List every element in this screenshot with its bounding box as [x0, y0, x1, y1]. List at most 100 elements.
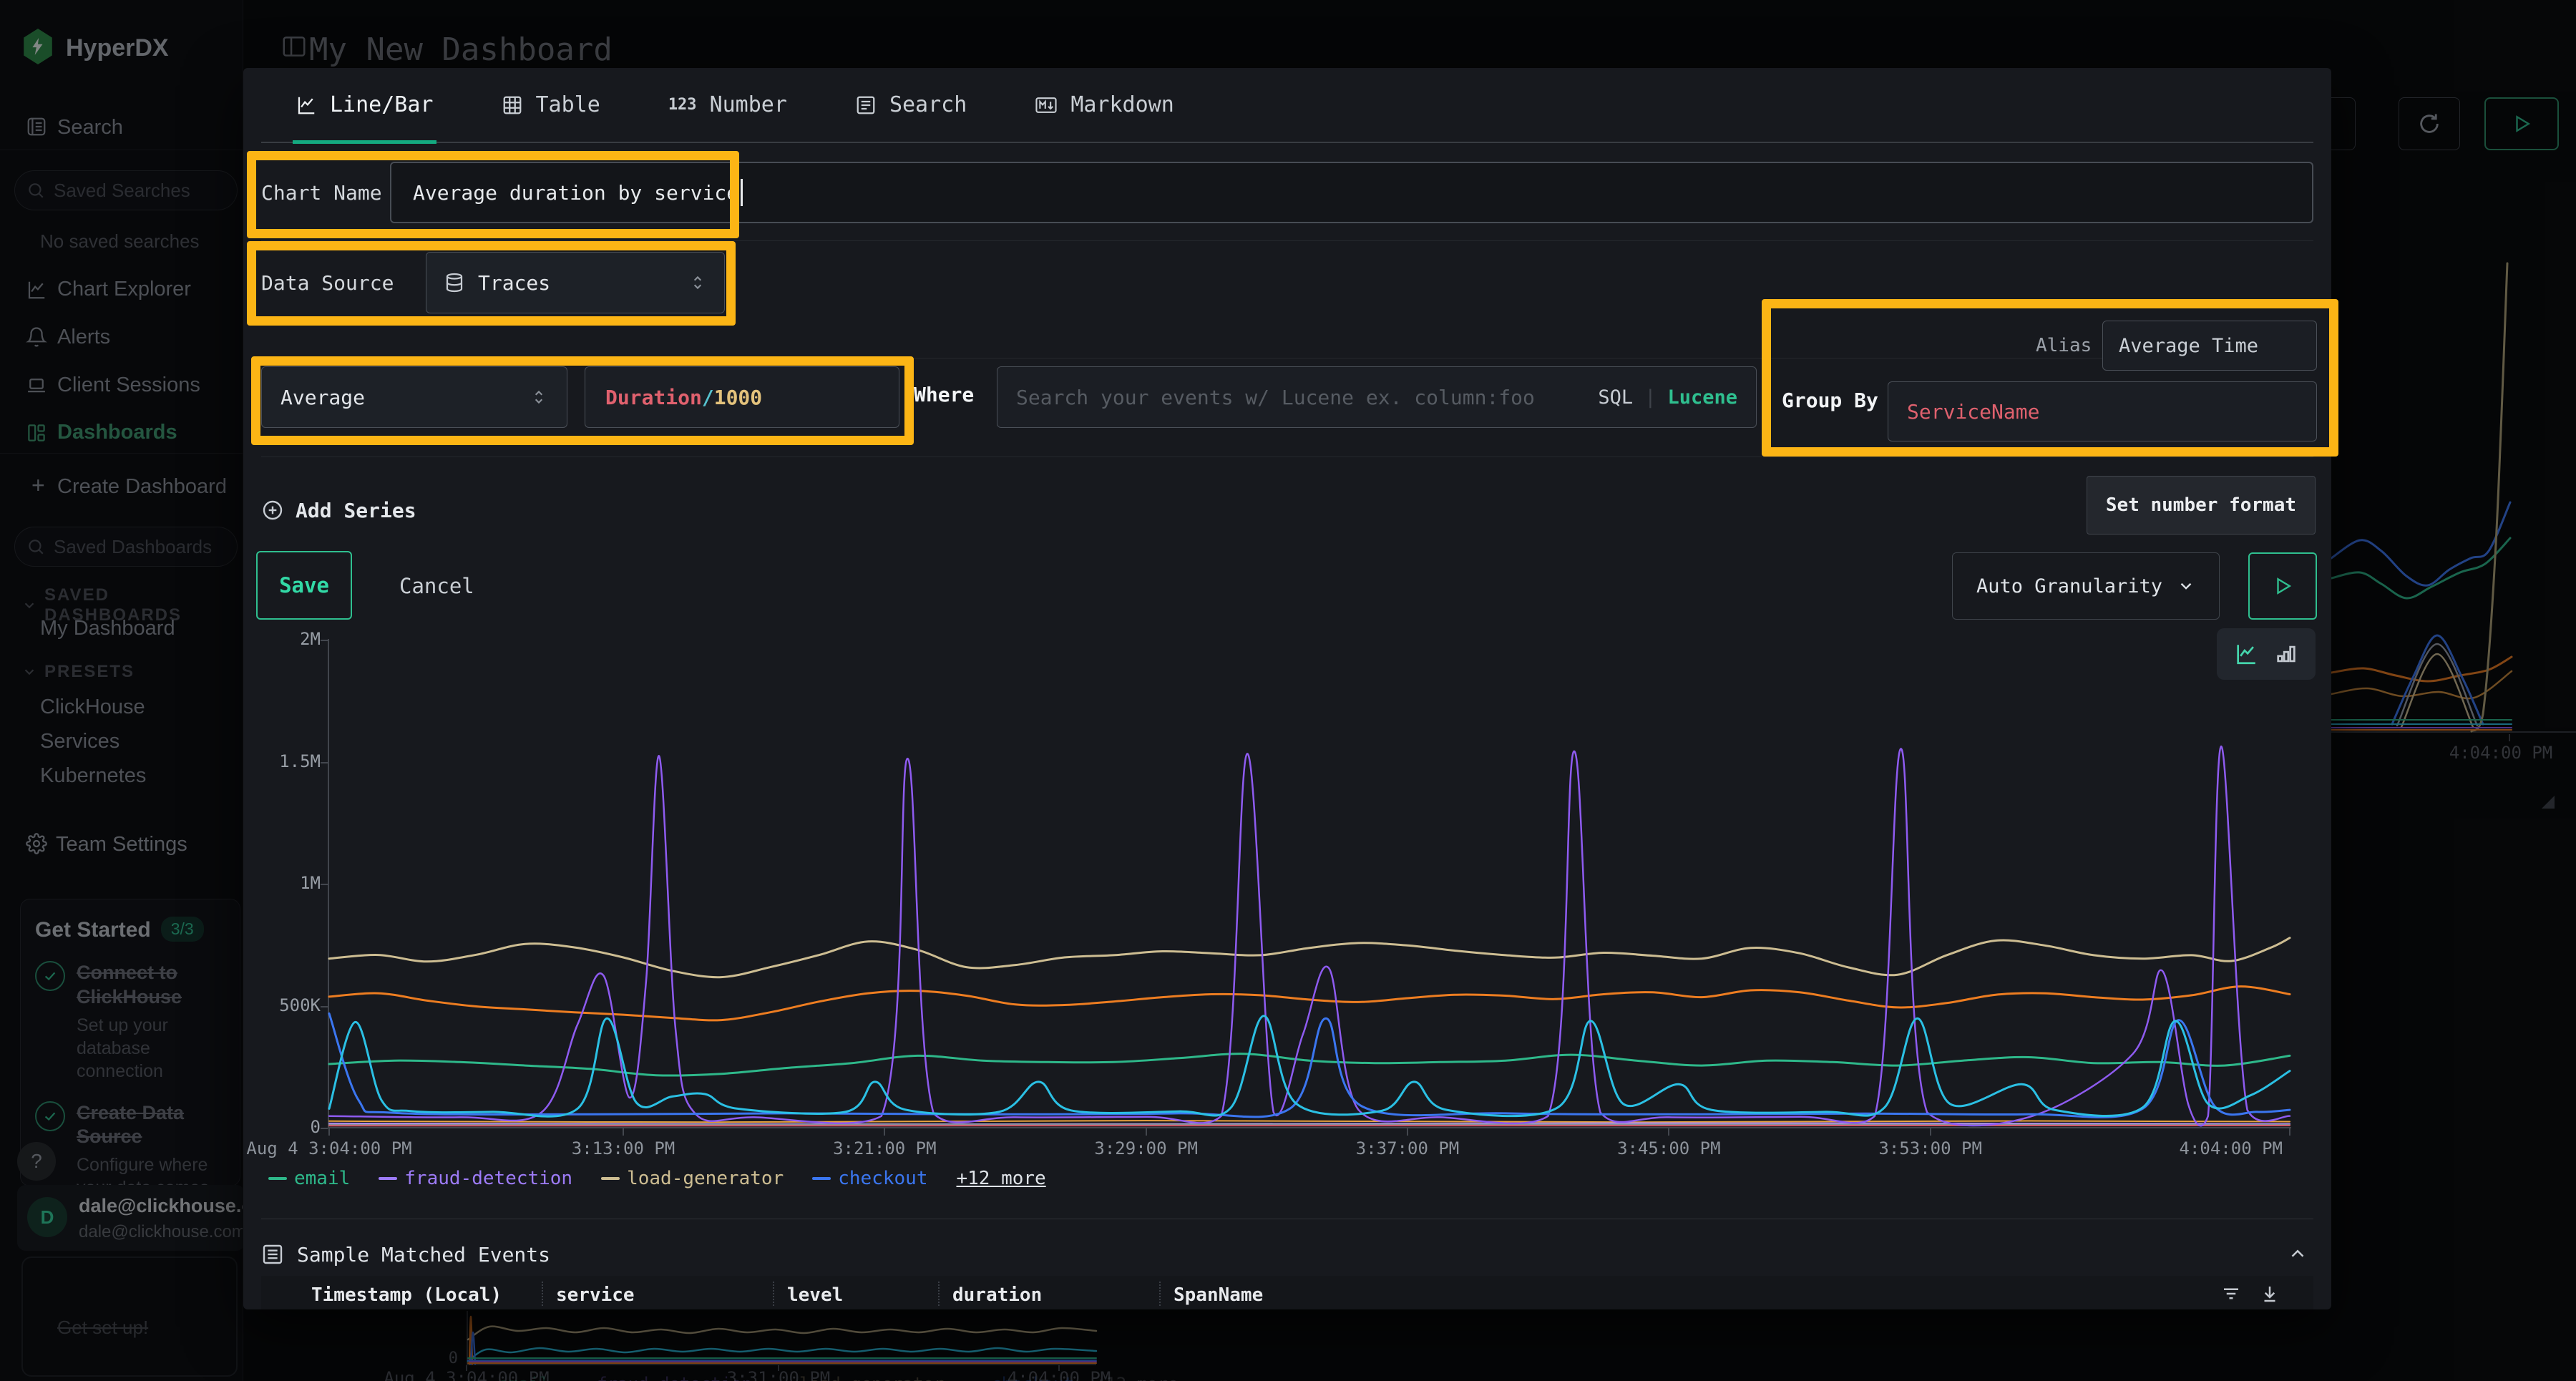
sample-events-header: Sample Matched Events: [261, 1234, 550, 1274]
field-token: 1000: [714, 386, 762, 409]
aggregation-value: Average: [280, 386, 365, 409]
legend-label: fraud-detection: [404, 1168, 572, 1189]
chevron-up-icon: [2287, 1243, 2308, 1264]
chart-plot-area[interactable]: [328, 639, 2291, 1128]
divider: [261, 240, 2313, 241]
tab-label: Markdown: [1070, 92, 1174, 117]
field-token: Duration: [605, 386, 702, 409]
collapse-section-button[interactable]: [2287, 1243, 2308, 1264]
list-icon: [261, 1243, 284, 1266]
legend-item[interactable]: checkout: [812, 1168, 927, 1189]
database-icon: [444, 272, 465, 293]
field-expression-tokens: Duration/1000: [605, 386, 762, 409]
download-icon[interactable]: [2259, 1283, 2280, 1304]
group-by-label: Group By: [1782, 389, 1878, 412]
granularity-value: Auto Granularity: [1976, 575, 2162, 597]
column-header-spanname[interactable]: SpanName: [1174, 1284, 1263, 1306]
column-header-duration[interactable]: duration: [952, 1284, 1042, 1306]
legend-item[interactable]: fraud-detection: [379, 1168, 572, 1189]
line-chart-icon[interactable]: [2234, 642, 2258, 666]
line-chart-icon: [296, 94, 317, 116]
tab-table[interactable]: Table: [502, 68, 600, 142]
y-axis-label: 1M: [246, 873, 321, 893]
number-123-icon: 123: [668, 96, 697, 114]
y-axis-tick: [321, 1006, 328, 1007]
aggregation-select[interactable]: Average: [261, 366, 567, 428]
app-root: HyperDX Search No saved searches Chart E…: [0, 0, 2576, 1381]
set-number-format-button[interactable]: Set number format: [2087, 476, 2316, 535]
data-source-row: Data Source Traces: [261, 245, 2313, 320]
save-button[interactable]: Save: [256, 551, 352, 620]
y-axis-label: 0: [246, 1117, 321, 1137]
where-search-input[interactable]: Search your events w/ Lucene ex. column:…: [997, 366, 1757, 428]
field-expression-input[interactable]: Duration/1000: [585, 366, 899, 428]
chart-type-tabs: Line/Bar Table 123 Number Search Markdow…: [261, 68, 2313, 143]
column-separator: [938, 1282, 940, 1306]
list-icon: [855, 94, 877, 116]
group-by-input[interactable]: ServiceName: [1888, 381, 2317, 441]
column-separator: [1159, 1282, 1161, 1306]
edit-chart-modal: Line/Bar Table 123 Number Search Markdow…: [243, 68, 2331, 1309]
cancel-button[interactable]: Cancel: [399, 574, 474, 598]
y-axis-tick: [321, 762, 328, 763]
add-series-button[interactable]: Add Series: [261, 485, 416, 535]
group-by-value: ServiceName: [1907, 400, 2039, 424]
y-axis-tick: [321, 884, 328, 885]
granularity-dropdown[interactable]: Auto Granularity: [1952, 552, 2220, 620]
x-axis-tick: [623, 1128, 624, 1136]
legend-swatch: [812, 1177, 831, 1180]
select-updown-icon: [530, 388, 548, 406]
legend-item[interactable]: email: [268, 1168, 350, 1189]
x-axis-label: Aug 4 3:04:00 PM: [243, 1138, 422, 1158]
x-axis-label: 4:04:00 PM: [2118, 1138, 2283, 1158]
chart-name-row: Chart Name Average duration by service: [261, 148, 2313, 237]
column-header-level[interactable]: level: [787, 1284, 843, 1306]
chevron-down-icon: [2177, 577, 2195, 595]
x-axis-label: 3:21:00 PM: [791, 1138, 977, 1158]
tab-label: Number: [710, 92, 787, 117]
sql-mode-toggle[interactable]: SQL: [1598, 386, 1633, 409]
alias-input[interactable]: Average Time: [2102, 321, 2317, 371]
legend-label: checkout: [838, 1168, 927, 1189]
run-chart-button[interactable]: [2248, 552, 2317, 620]
chart-name-input[interactable]: Average duration by service: [390, 162, 2313, 223]
column-header-timestamp-local-[interactable]: Timestamp (Local): [311, 1284, 502, 1306]
tab-number[interactable]: 123 Number: [668, 68, 787, 142]
legend-label: load-generator: [627, 1168, 784, 1189]
legend-label: email: [294, 1168, 350, 1189]
x-axis-tick: [884, 1128, 885, 1136]
x-axis-label: 3:37:00 PM: [1314, 1138, 1501, 1158]
y-axis-tick: [321, 1128, 328, 1129]
legend-more-link[interactable]: +12 more: [956, 1168, 1045, 1189]
x-axis-tick: [328, 1128, 330, 1136]
x-axis-label: 3:29:00 PM: [1053, 1138, 1239, 1158]
chart-name-value: Average duration by service: [413, 181, 738, 205]
sample-events-title: Sample Matched Events: [297, 1243, 550, 1267]
column-header-service[interactable]: service: [556, 1284, 635, 1306]
x-axis-label: 3:45:00 PM: [1576, 1138, 1762, 1158]
chart-legend: email fraud-detection load-generator checko…: [268, 1168, 1046, 1189]
bar-chart-icon[interactable]: [2274, 642, 2298, 666]
filter-icon[interactable]: [2220, 1283, 2242, 1304]
add-series-label: Add Series: [296, 499, 416, 522]
events-table-header: Timestamp (Local) service level duration Spa…: [261, 1276, 2313, 1309]
play-icon: [2273, 577, 2292, 595]
legend-item[interactable]: load-generator: [601, 1168, 784, 1189]
x-axis-tick: [1146, 1128, 1147, 1136]
data-source-select[interactable]: Traces: [426, 252, 725, 313]
tab-label: Line/Bar: [330, 92, 434, 117]
tab-markdown[interactable]: Markdown: [1035, 68, 1174, 142]
lucene-mode-toggle[interactable]: Lucene: [1667, 386, 1737, 409]
tab-line-bar[interactable]: Line/Bar: [296, 68, 434, 142]
x-axis-tick: [1668, 1128, 1669, 1136]
where-placeholder: Search your events w/ Lucene ex. column:…: [1016, 386, 1535, 409]
tab-search[interactable]: Search: [855, 68, 967, 142]
alias-label: Alias: [2036, 335, 2092, 356]
tab-label: Search: [889, 92, 967, 117]
text-caret: [741, 179, 743, 206]
x-axis-tick: [2289, 1128, 2290, 1136]
legend-swatch: [379, 1177, 397, 1180]
chart-name-label: Chart Name: [261, 181, 390, 205]
legend-swatch: [601, 1177, 620, 1180]
mode-divider: |: [1644, 386, 1656, 409]
